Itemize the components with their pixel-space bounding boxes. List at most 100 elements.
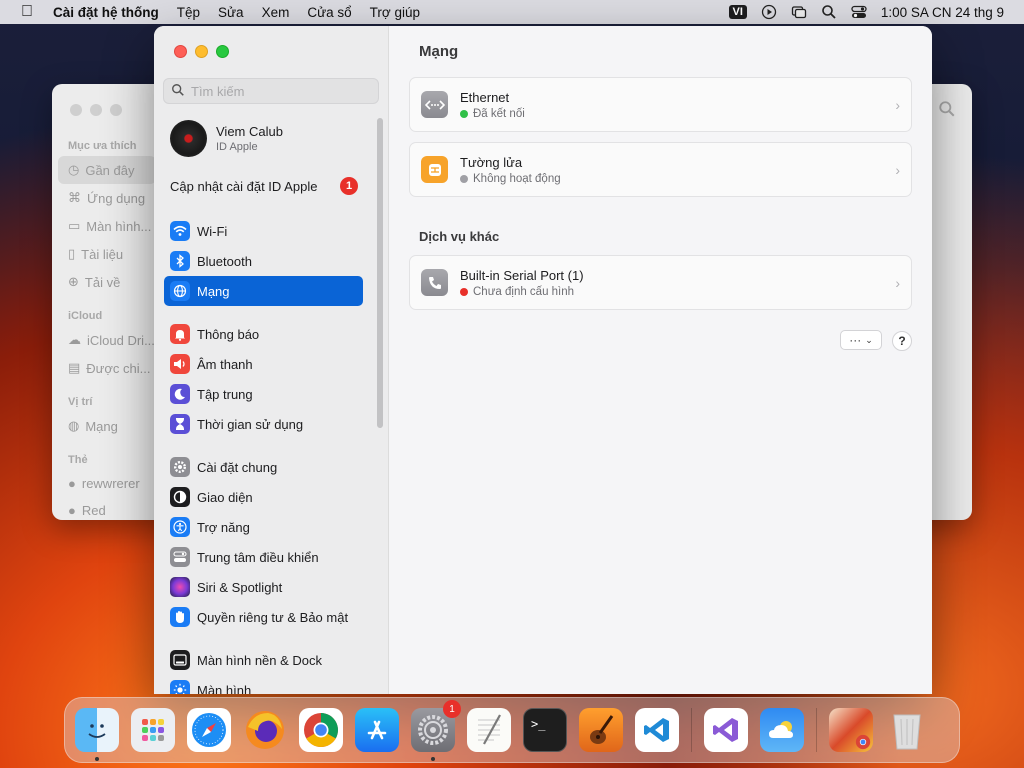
finder-item-shared[interactable]: ▤ Được chi... bbox=[52, 354, 162, 382]
sidebar-item-label: Giao diện bbox=[197, 489, 253, 505]
menu-edit[interactable]: Sửa bbox=[209, 5, 253, 20]
finder-item-icloud-drive[interactable]: ☁ iCloud Dri... bbox=[52, 326, 162, 354]
dock-trash-icon[interactable] bbox=[885, 708, 929, 752]
sidebar-scrollbar[interactable] bbox=[377, 118, 383, 428]
sidebar-item-label: Wi-Fi bbox=[197, 223, 228, 239]
sidebar-item-label: Âm thanh bbox=[197, 356, 253, 372]
service-row-firewall[interactable]: Tường lửa Không hoạt động › bbox=[409, 142, 912, 197]
finder-item-applications[interactable]: ⌘ Ứng dụng bbox=[52, 184, 162, 212]
finder-item-documents[interactable]: ▯ Tài liệu bbox=[52, 240, 162, 268]
hand-icon bbox=[170, 607, 190, 627]
ellipsis-icon: ··· bbox=[849, 333, 862, 347]
dock: 1 >_ bbox=[64, 697, 960, 763]
sidebar-search[interactable] bbox=[163, 78, 379, 104]
sidebar-item-label: Quyền riêng tư & Bảo mật bbox=[197, 609, 349, 625]
dock-app-store-icon[interactable] bbox=[355, 708, 399, 752]
dock-preview-thumbnail-icon[interactable] bbox=[829, 708, 873, 752]
finder-search-icon[interactable] bbox=[938, 100, 956, 121]
finder-item-tag-red[interactable]: ● Red bbox=[52, 497, 162, 524]
dock-vscode-icon[interactable] bbox=[635, 708, 679, 752]
close-button[interactable] bbox=[174, 45, 187, 58]
globe-icon bbox=[170, 281, 190, 301]
service-status: Không hoạt động bbox=[473, 172, 561, 185]
serial-port-icon bbox=[421, 269, 448, 296]
sidebar-item-label: Mạng bbox=[197, 283, 230, 299]
sidebar-item-desktop-dock[interactable]: Màn hình nền & Dock bbox=[164, 645, 363, 675]
sidebar-item-label: Trợ năng bbox=[197, 519, 250, 535]
dock-launchpad-icon[interactable] bbox=[131, 708, 175, 752]
menu-help[interactable]: Trợ giúp bbox=[361, 5, 429, 20]
status-dot-red-icon bbox=[460, 287, 468, 296]
sidebar-item-notifications[interactable]: Thông báo bbox=[164, 319, 363, 349]
finder-close-button[interactable] bbox=[70, 104, 82, 116]
sidebar-item-control-center[interactable]: Trung tâm điều khiển bbox=[164, 542, 363, 572]
sidebar-item-displays[interactable]: Màn hình bbox=[164, 675, 363, 694]
firewall-icon bbox=[421, 156, 448, 183]
finder-item-label: Gần đây bbox=[85, 162, 135, 178]
finder-item-downloads[interactable]: ⊕ Tải về bbox=[52, 268, 162, 296]
sidebar-item-network[interactable]: Mạng bbox=[164, 276, 363, 306]
dock-weather-icon[interactable] bbox=[760, 708, 804, 752]
terminal-prompt-icon: >_ bbox=[531, 717, 546, 731]
status-dot-green-icon bbox=[460, 109, 468, 118]
sidebar-item-focus[interactable]: Tập trung bbox=[164, 379, 363, 409]
finder-item-label: Tài liệu bbox=[81, 246, 124, 262]
service-row-ethernet[interactable]: Ethernet Đã kết nối › bbox=[409, 77, 912, 132]
zoom-button[interactable] bbox=[216, 45, 229, 58]
more-actions-button[interactable]: ··· ⌄ bbox=[840, 330, 882, 350]
download-icon: ⊕ bbox=[68, 274, 79, 289]
sidebar-item-bluetooth[interactable]: Bluetooth bbox=[164, 246, 363, 276]
finder-item-desktop[interactable]: ▭ Màn hình... bbox=[52, 212, 162, 240]
ethernet-icon bbox=[421, 91, 448, 118]
sidebar-item-general[interactable]: Cài đặt chung bbox=[164, 452, 363, 482]
finder-item-recents[interactable]: ◷ Gần đây bbox=[58, 156, 156, 184]
display-icon bbox=[170, 680, 190, 694]
menu-window[interactable]: Cửa sổ bbox=[298, 5, 360, 20]
menu-view[interactable]: Xem bbox=[253, 5, 299, 20]
search-input[interactable] bbox=[191, 83, 371, 99]
dock-visual-studio-icon[interactable] bbox=[704, 708, 748, 752]
spotlight-search-icon[interactable] bbox=[821, 4, 837, 20]
control-center-icon[interactable] bbox=[851, 4, 867, 20]
menubar-clock[interactable]: 1:00 SA CN 24 thg 9 bbox=[881, 5, 1004, 20]
dock-chrome-icon[interactable] bbox=[299, 708, 343, 752]
dock-safari-icon[interactable] bbox=[187, 708, 231, 752]
sidebar-item-screen-time[interactable]: Thời gian sử dụng bbox=[164, 409, 363, 439]
finder-item-tag[interactable]: ● rewwrerer bbox=[52, 470, 162, 497]
system-settings-window[interactable]: Viem Calub ID Apple Cập nhật cài đặt ID … bbox=[154, 26, 932, 694]
menu-bar:  Cài đặt hệ thống Tệp Sửa Xem Cửa sổ Tr… bbox=[0, 0, 1024, 24]
input-source-badge[interactable]: VI bbox=[728, 5, 747, 19]
dock-firefox-icon[interactable] bbox=[243, 708, 287, 752]
sidebar-item-sound[interactable]: Âm thanh bbox=[164, 349, 363, 379]
play-icon[interactable] bbox=[761, 4, 777, 20]
apple-id-account[interactable]: Viem Calub ID Apple bbox=[170, 120, 283, 157]
dock-finder-icon[interactable] bbox=[75, 708, 119, 761]
dock-textedit-icon[interactable] bbox=[467, 708, 511, 752]
apple-menu-icon[interactable]:  bbox=[10, 3, 44, 21]
sidebar-item-appearance[interactable]: Giao diện bbox=[164, 482, 363, 512]
dock-terminal-icon[interactable]: >_ bbox=[523, 708, 567, 752]
siri-icon bbox=[170, 577, 190, 597]
sidebar-item-privacy[interactable]: Quyền riêng tư & Bảo mật bbox=[164, 602, 363, 632]
dock-garageband-icon[interactable] bbox=[579, 708, 623, 752]
help-button[interactable]: ? bbox=[892, 331, 912, 351]
finder-item-network[interactable]: ◍ Mạng bbox=[52, 412, 162, 440]
speaker-icon bbox=[170, 354, 190, 374]
menu-app-name[interactable]: Cài đặt hệ thống bbox=[44, 5, 168, 20]
sidebar-item-siri[interactable]: Siri & Spotlight bbox=[164, 572, 363, 602]
sidebar-item-label: Thời gian sử dụng bbox=[197, 416, 304, 432]
sidebar-item-wifi[interactable]: Wi-Fi bbox=[164, 216, 363, 246]
menu-file[interactable]: Tệp bbox=[168, 5, 209, 20]
sidebar-item-accessibility[interactable]: Trợ năng bbox=[164, 512, 363, 542]
dock-system-settings-icon[interactable]: 1 bbox=[411, 700, 461, 761]
service-row-serial-port[interactable]: Built-in Serial Port (1) Chưa định cấu h… bbox=[409, 255, 912, 310]
apple-id-update-row[interactable]: Cập nhật cài đặt ID Apple 1 bbox=[170, 177, 358, 195]
finder-minimize-button[interactable] bbox=[90, 104, 102, 116]
screen-mirroring-icon[interactable] bbox=[791, 4, 807, 20]
finder-traffic-lights bbox=[70, 104, 122, 116]
sidebar-item-label: Trung tâm điều khiển bbox=[197, 549, 319, 565]
gear-icon bbox=[170, 457, 190, 477]
settings-nav-list: Wi-Fi Bluetooth Mạng Thông báo Âm thanh … bbox=[164, 216, 363, 694]
minimize-button[interactable] bbox=[195, 45, 208, 58]
finder-zoom-button[interactable] bbox=[110, 104, 122, 116]
